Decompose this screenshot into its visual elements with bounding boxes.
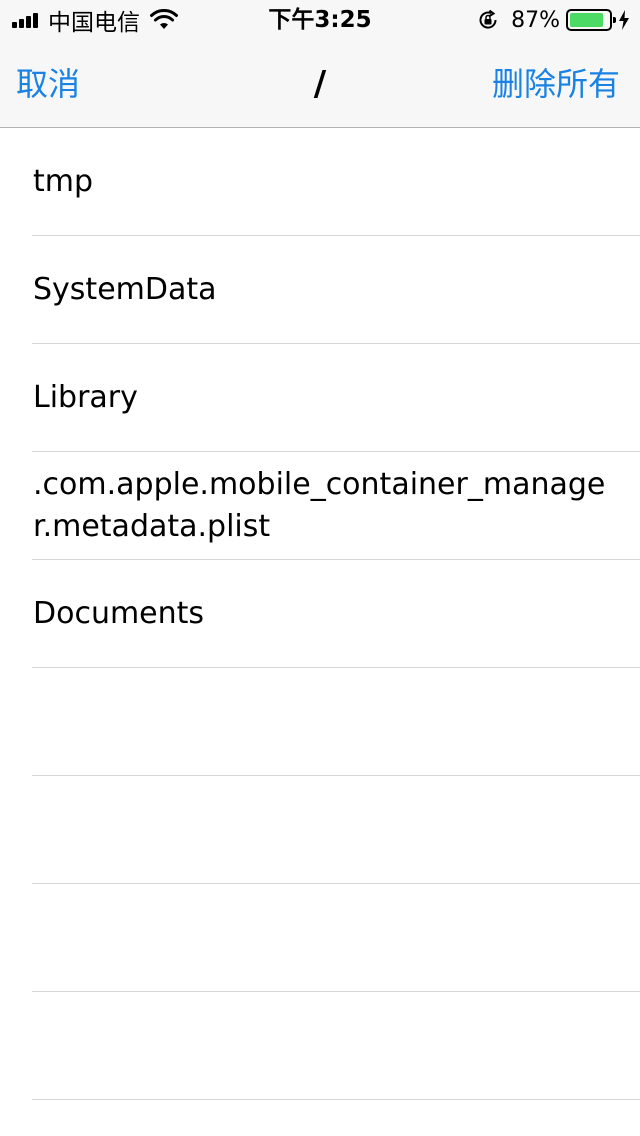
list-item[interactable]	[0, 884, 640, 992]
status-right: 87%	[477, 0, 630, 40]
list-item[interactable]: SystemData	[0, 236, 640, 344]
list-item-label: tmp	[33, 164, 94, 199]
list-item-label: SystemData	[33, 272, 217, 307]
file-list: tmp SystemData Library .com.apple.mobile_co…	[0, 128, 640, 1100]
list-item[interactable]	[0, 776, 640, 884]
list-item-label: .com.apple.mobile_container_manager.meta…	[33, 467, 606, 544]
charging-bolt-icon	[619, 10, 629, 30]
status-bar: 中国电信 下午3:25 87%	[0, 0, 640, 40]
list-item[interactable]	[0, 992, 640, 1100]
rotation-lock-icon	[479, 9, 497, 29]
list-item[interactable]: Library	[0, 344, 640, 452]
list-item[interactable]: Documents	[0, 560, 640, 668]
list-item[interactable]: tmp	[0, 128, 640, 236]
delete-all-button[interactable]: 删除所有	[492, 40, 620, 128]
list-item[interactable]: .com.apple.mobile_container_manager.meta…	[0, 452, 640, 560]
battery-icon	[566, 9, 616, 31]
battery-level-fill	[570, 13, 604, 27]
battery-percent: 87%	[511, 7, 560, 33]
navigation-bar: 取消 / 删除所有	[0, 40, 640, 128]
screen: 中国电信 下午3:25 87% 取消 / 删除所有 tmp SystemData…	[0, 0, 640, 1136]
list-item-label: Library	[33, 380, 138, 415]
list-item[interactable]	[0, 668, 640, 776]
list-item-label: Documents	[33, 596, 205, 631]
